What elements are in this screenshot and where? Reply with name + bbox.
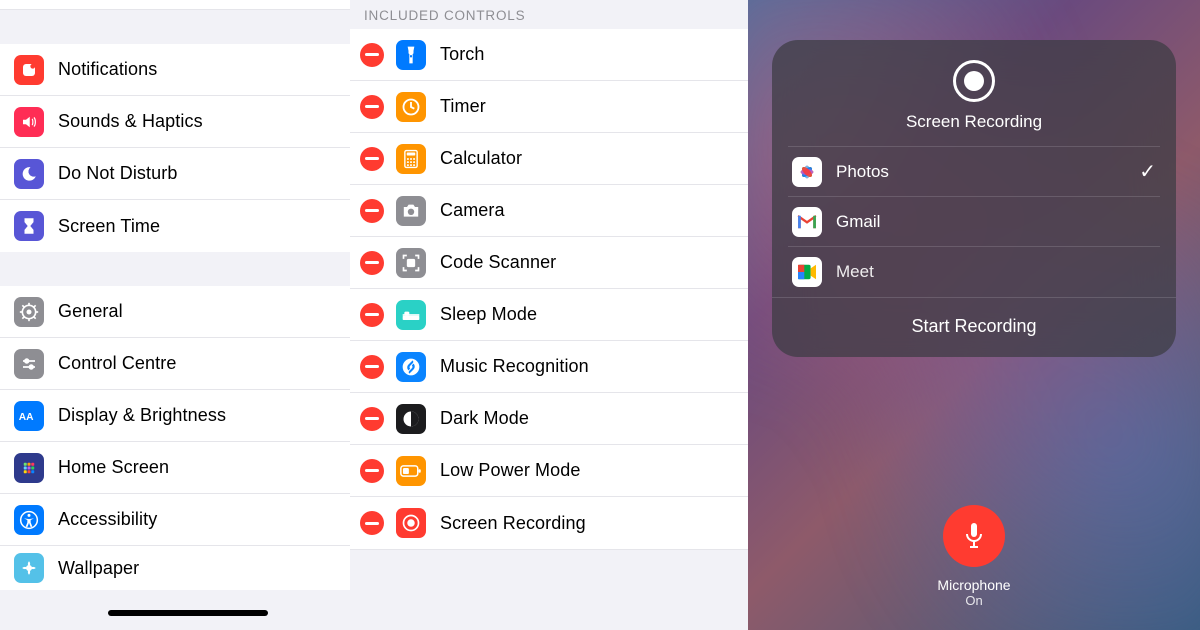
settings-group-2: General Control Centre AA Display & Brig… — [0, 286, 350, 590]
row-darkmode[interactable]: Dark Mode — [350, 393, 748, 445]
row-label: Low Power Mode — [440, 460, 580, 481]
photos-icon — [792, 157, 822, 187]
row-musicrecognition[interactable]: Music Recognition — [350, 341, 748, 393]
row-label: Screen Recording — [440, 513, 586, 534]
remove-button[interactable] — [360, 355, 384, 379]
screentime-icon — [14, 211, 44, 241]
accessibility-icon — [14, 505, 44, 535]
row-label: Camera — [440, 200, 505, 221]
remove-button[interactable] — [360, 95, 384, 119]
shazam-icon — [396, 352, 426, 382]
settings-group-1: Notifications Sounds & Haptics Do Not Di… — [0, 44, 350, 252]
row-controlcentre[interactable]: Control Centre — [0, 338, 350, 390]
row-torch[interactable]: Torch — [350, 29, 748, 81]
app-item-gmail[interactable]: Gmail — [788, 197, 1160, 247]
row-display[interactable]: AA Display & Brightness — [0, 390, 350, 442]
row-notifications[interactable]: Notifications — [0, 44, 350, 96]
sleepmode-icon — [396, 300, 426, 330]
row-screenrecording[interactable]: Screen Recording — [350, 497, 748, 549]
row-sounds[interactable]: Sounds & Haptics — [0, 96, 350, 148]
microphone-button[interactable] — [943, 505, 1005, 567]
app-name: Meet — [836, 262, 1156, 282]
row-label: Sleep Mode — [440, 304, 537, 325]
row-calculator[interactable]: Calculator — [350, 133, 748, 185]
row-label: Torch — [440, 44, 485, 65]
start-recording-button[interactable]: Start Recording — [772, 297, 1176, 357]
svg-text:AA: AA — [19, 411, 34, 422]
row-label: Sounds & Haptics — [58, 111, 203, 132]
row-label: Calculator — [440, 148, 522, 169]
microphone-control: Microphone On — [748, 505, 1200, 608]
general-icon — [14, 297, 44, 327]
wallpaper-icon — [14, 553, 44, 583]
microphone-state: On — [748, 593, 1200, 608]
torch-icon — [396, 40, 426, 70]
control-centre-panel: INCLUDED CONTROLS Torch Timer — [350, 0, 748, 630]
codescanner-icon — [396, 248, 426, 278]
notifications-icon — [14, 55, 44, 85]
microphone-label: Microphone — [748, 577, 1200, 593]
calculator-icon — [396, 144, 426, 174]
remove-button[interactable] — [360, 43, 384, 67]
app-destination-list: Photos ✓ Gmail Meet — [788, 146, 1160, 297]
row-accessibility[interactable]: Accessibility — [0, 494, 350, 546]
recording-card: Screen Recording Photos ✓ Gmail — [772, 40, 1176, 357]
section-header: INCLUDED CONTROLS — [350, 0, 748, 29]
row-screentime[interactable]: Screen Time — [0, 200, 350, 252]
row-label: Music Recognition — [440, 356, 589, 377]
row-label: Timer — [440, 96, 486, 117]
row-label: General — [58, 301, 123, 322]
remove-button[interactable] — [360, 199, 384, 223]
row-label: Screen Time — [58, 216, 160, 237]
screenrecording-icon — [396, 508, 426, 538]
row-homescreen[interactable]: Home Screen — [0, 442, 350, 494]
row-timer[interactable]: Timer — [350, 81, 748, 133]
camera-icon — [396, 196, 426, 226]
meet-icon — [792, 257, 822, 287]
remove-button[interactable] — [360, 147, 384, 171]
app-item-photos[interactable]: Photos ✓ — [788, 147, 1160, 197]
row-label: Home Screen — [58, 457, 169, 478]
row-label: Code Scanner — [440, 252, 556, 273]
row-sleepmode[interactable]: Sleep Mode — [350, 289, 748, 341]
darkmode-icon — [396, 404, 426, 434]
app-item-meet[interactable]: Meet — [788, 247, 1160, 297]
row-label: Control Centre — [58, 353, 176, 374]
card-title: Screen Recording — [772, 112, 1176, 132]
app-name: Photos — [836, 162, 1139, 182]
remove-button[interactable] — [360, 303, 384, 327]
row-dnd[interactable]: Do Not Disturb — [0, 148, 350, 200]
app-name: Gmail — [836, 212, 1156, 232]
record-icon — [953, 60, 995, 102]
display-icon: AA — [14, 401, 44, 431]
remove-button[interactable] — [360, 459, 384, 483]
included-controls-list: Torch Timer Calculator — [350, 29, 748, 549]
row-label: Wallpaper — [58, 558, 139, 579]
homescreen-icon — [14, 453, 44, 483]
row-lowpower[interactable]: Low Power Mode — [350, 445, 748, 497]
settings-panel: Notifications Sounds & Haptics Do Not Di… — [0, 0, 350, 630]
redaction-bar — [108, 610, 268, 616]
checkmark-icon: ✓ — [1139, 159, 1156, 184]
remove-button[interactable] — [360, 511, 384, 535]
row-codescanner[interactable]: Code Scanner — [350, 237, 748, 289]
remove-button[interactable] — [360, 407, 384, 431]
lowpower-icon — [396, 456, 426, 486]
row-general[interactable]: General — [0, 286, 350, 338]
row-label: Do Not Disturb — [58, 163, 177, 184]
gmail-icon — [792, 207, 822, 237]
row-camera[interactable]: Camera — [350, 185, 748, 237]
sounds-icon — [14, 107, 44, 137]
timer-icon — [396, 92, 426, 122]
row-label: Notifications — [58, 59, 157, 80]
remove-button[interactable] — [360, 251, 384, 275]
screen-recording-sheet: Screen Recording Photos ✓ Gmail — [748, 0, 1200, 630]
row-label: Display & Brightness — [58, 405, 226, 426]
dnd-icon — [14, 159, 44, 189]
row-wallpaper[interactable]: Wallpaper — [0, 546, 350, 590]
row-label: Dark Mode — [440, 408, 529, 429]
controlcentre-icon — [14, 349, 44, 379]
row-label: Accessibility — [58, 509, 157, 530]
